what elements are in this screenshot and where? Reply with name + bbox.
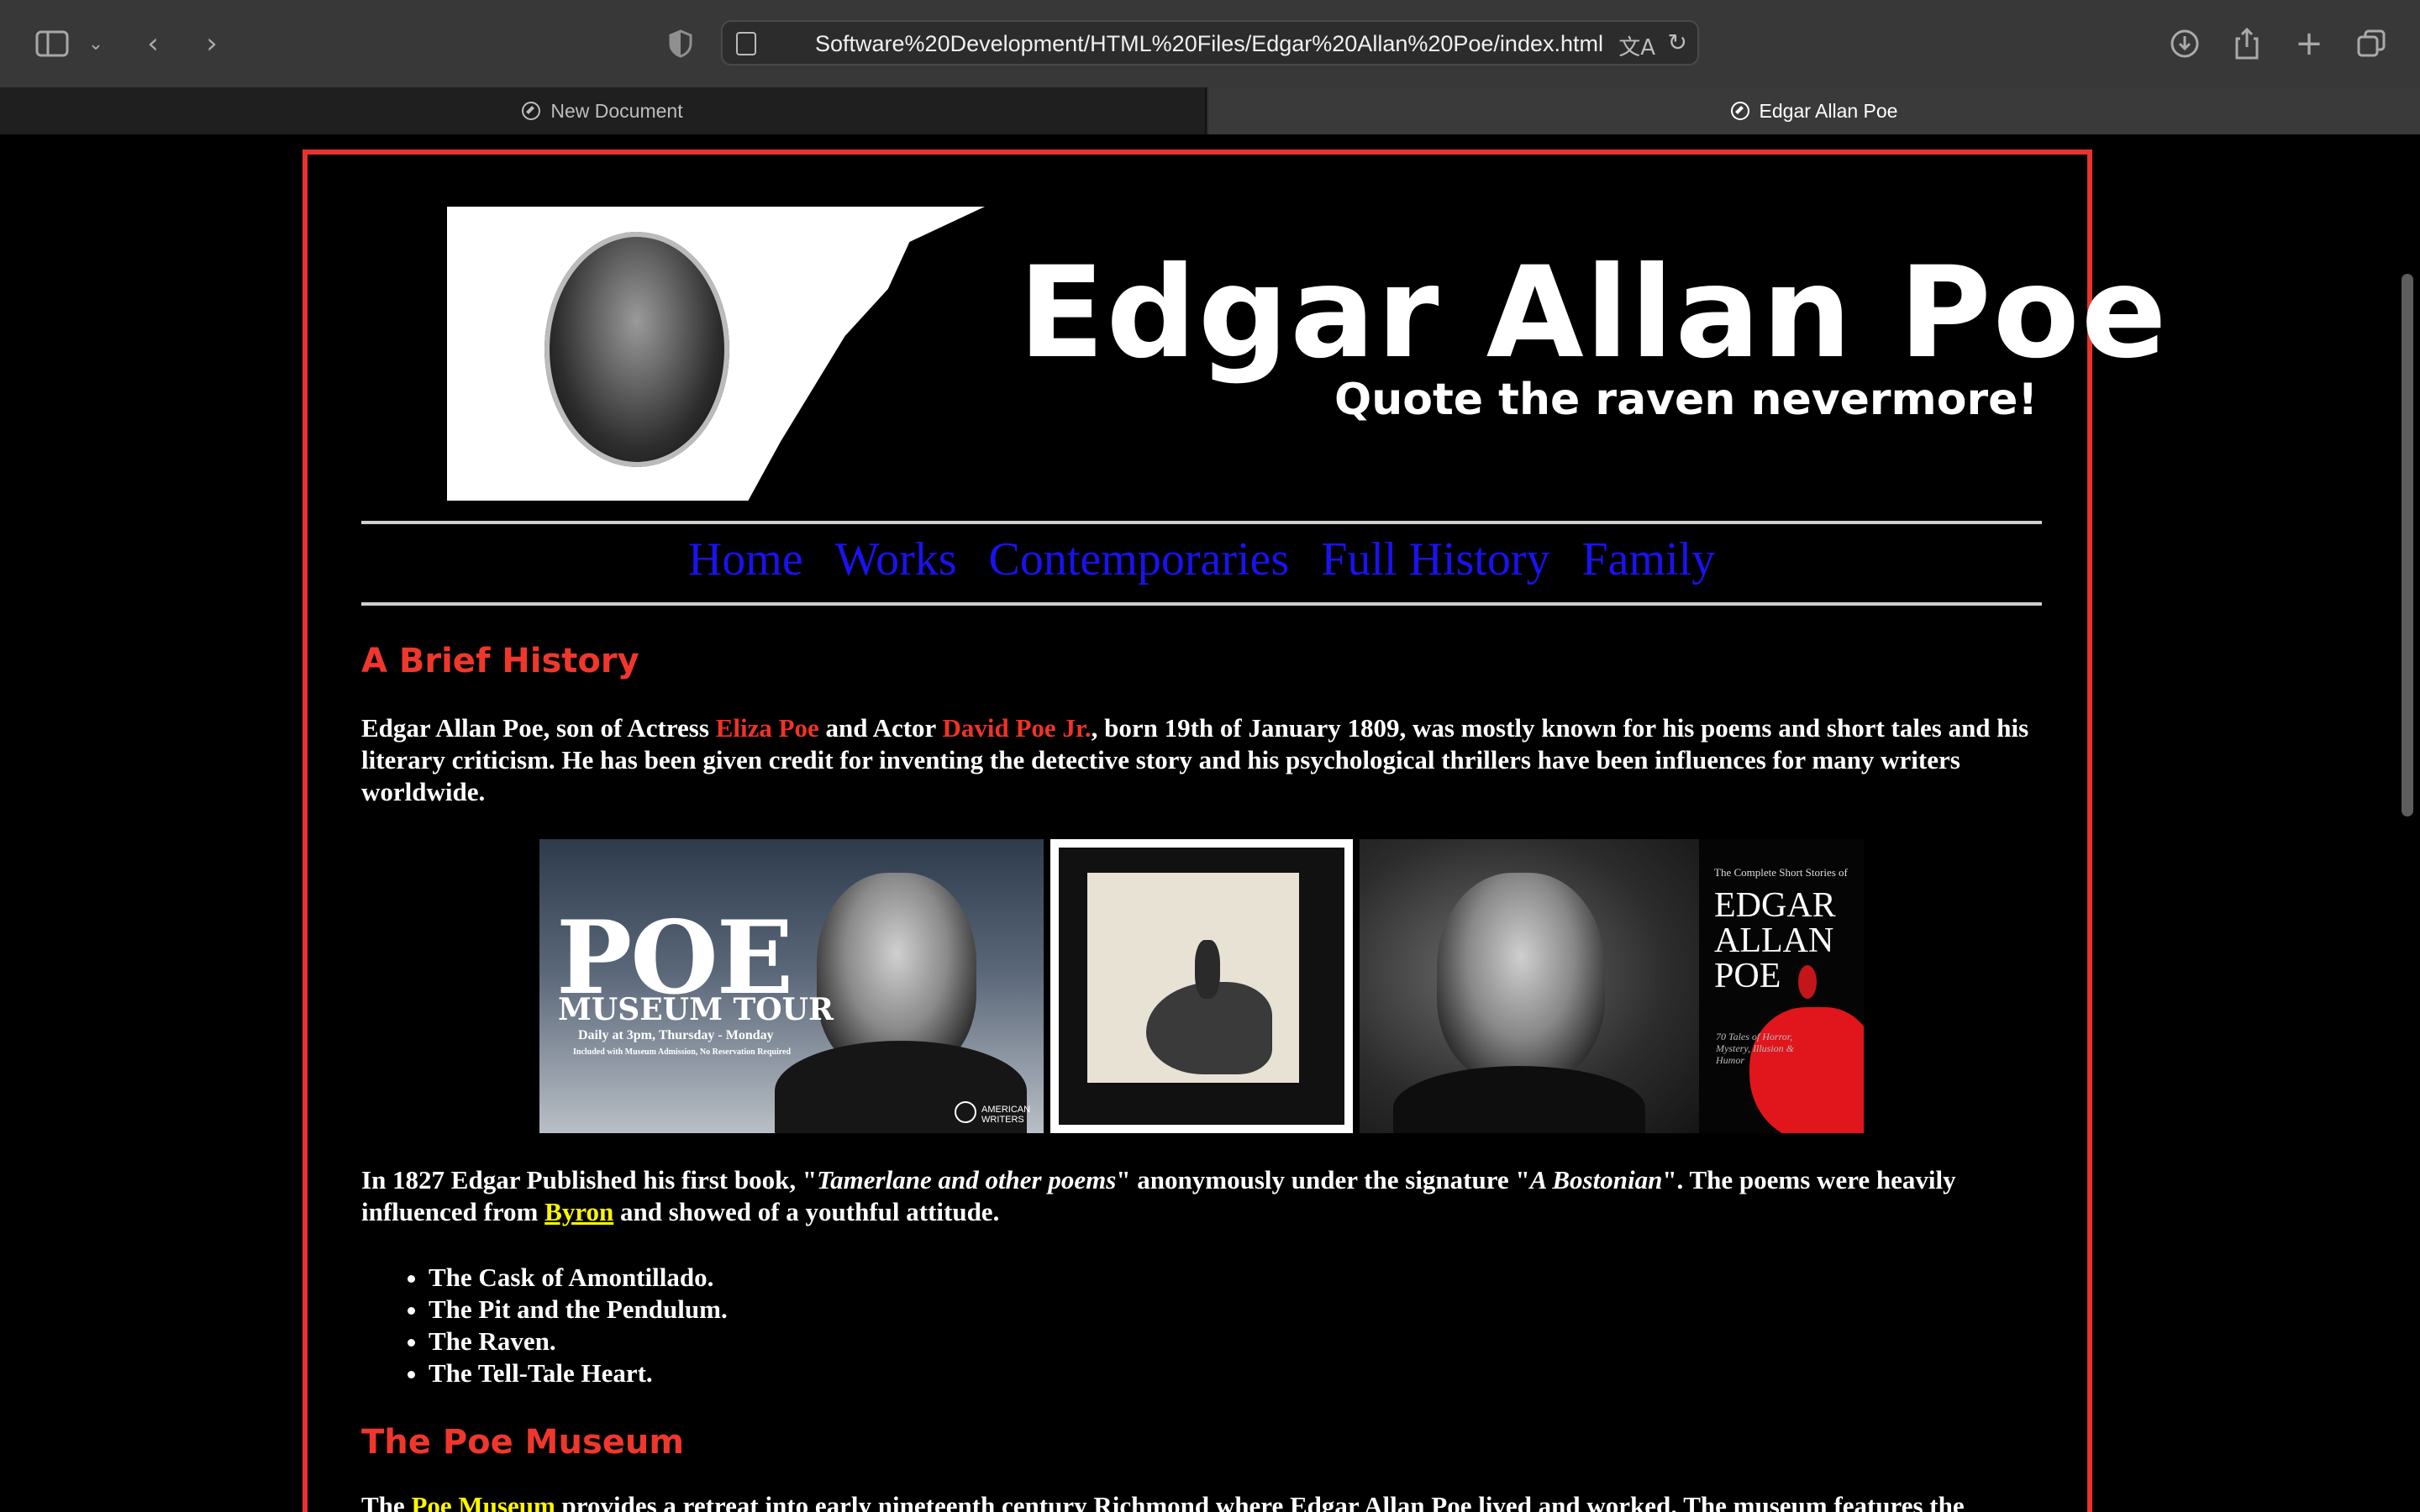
byron-link[interactable]: Byron (544, 1197, 613, 1226)
share-icon[interactable] (2228, 25, 2265, 62)
forward-icon[interactable]: › (193, 25, 230, 62)
new-tab-icon[interactable]: + (2291, 24, 2328, 63)
sidebar-toggle-icon[interactable] (34, 25, 71, 62)
poe-museum-link[interactable]: Poe Museum (411, 1491, 555, 1512)
banner-title: Edgar Allan Poe (1018, 240, 2169, 386)
list-item: The Raven. (429, 1326, 728, 1357)
poe-face (1437, 873, 1605, 1083)
list-item: The Pit and the Pendulum. (429, 1294, 728, 1326)
american-writers-text: AMERICAN WRITERS (981, 1105, 1031, 1125)
text-run: " anonymously under the signature " (1116, 1165, 1530, 1194)
url-text[interactable]: Software%20Development/HTML%20Files/Edga… (815, 31, 1603, 57)
page-frame: Edgar Allan Poe Quote the raven nevermor… (302, 150, 2167, 1512)
book-title: Tamerlane and other poems (817, 1165, 1117, 1194)
nav-family[interactable]: Family (1581, 533, 1715, 585)
american-writers-logo-icon (955, 1101, 976, 1123)
nav-works[interactable]: Works (835, 533, 957, 585)
text-run: and Actor (818, 713, 943, 743)
browser-toolbar: ⌄ ‹ › Software%20Development/HTML%20File… (0, 0, 2420, 87)
tab-label: New Document (550, 99, 683, 122)
compass-icon (522, 102, 541, 120)
book-small-title: The Complete Short Stories of (1714, 866, 1848, 879)
chevron-down-icon[interactable]: ⌄ (77, 25, 114, 62)
museum-paragraph: The Poe Museum provides a retreat into e… (361, 1490, 2042, 1512)
page-viewport: Edgar Allan Poe Quote the raven nevermor… (0, 134, 2420, 1512)
privacy-shield-icon[interactable] (662, 25, 699, 62)
tour-museum-tour-text: MUSEUM TOUR (558, 992, 834, 1027)
tab-new-document[interactable]: New Document (0, 87, 1207, 134)
mother-name: Eliza Poe (715, 713, 819, 743)
tab-label: Edgar Allan Poe (1759, 99, 1898, 122)
main-nav: Home Works Contemporaries Full History F… (361, 533, 2042, 586)
poe-portrait-image (1360, 839, 1699, 1133)
text-run: Edgar Allan Poe, son of Actress (361, 713, 716, 743)
blood-splash-shape (1749, 1007, 1864, 1133)
museum-tour-image: POE MUSEUM TOUR Daily at 3pm, Thursday -… (539, 839, 1044, 1133)
book-cover-image: The Complete Short Stories of EDGAR ALLA… (1699, 839, 1864, 1133)
tab-overview-icon[interactable] (2353, 25, 2390, 62)
back-icon[interactable]: ‹ (134, 25, 171, 62)
text-run: In 1827 Edgar Published his first book, … (361, 1165, 818, 1194)
banner-subtitle: Quote the raven nevermore! (1334, 375, 2039, 425)
works-list: The Cask of Amontillado. The Pit and the… (361, 1262, 728, 1389)
page-icon (736, 32, 756, 55)
reload-icon[interactable]: ↻ (1668, 29, 1687, 56)
first-book-paragraph: In 1827 Edgar Published his first book, … (361, 1164, 2042, 1228)
list-item: The Cask of Amontillado. (429, 1262, 728, 1294)
header-banner: Edgar Allan Poe Quote the raven nevermor… (447, 207, 2167, 501)
brief-history-heading: A Brief History (361, 642, 639, 680)
tab-edgar-allan-poe[interactable]: Edgar Allan Poe (1208, 87, 2420, 134)
nav-full-history[interactable]: Full History (1321, 533, 1549, 585)
downloads-icon[interactable] (2166, 25, 2203, 62)
tour-times-text: Daily at 3pm, Thursday - Monday (578, 1028, 774, 1042)
vertical-scrollbar[interactable] (2402, 274, 2413, 816)
signature: A Bostonian (1529, 1165, 1663, 1194)
text-run: and showed of a youthful attitude. (613, 1197, 1000, 1226)
seated-figure-shape (1195, 940, 1220, 999)
father-name: David Poe Jr. (942, 713, 1092, 743)
portrait-image (544, 232, 729, 467)
address-bar[interactable]: Software%20Development/HTML%20Files/Edga… (721, 20, 1699, 66)
tour-included-text: Included with Museum Admission, No Reser… (573, 1047, 792, 1057)
translate-icon[interactable]: 文A (1618, 30, 1655, 61)
nav-contemporaries[interactable]: Contemporaries (989, 533, 1290, 585)
intro-paragraph: Edgar Allan Poe, son of Actress Eliza Po… (361, 712, 2042, 808)
text-run: The (361, 1491, 412, 1512)
tab-bar: New Document Edgar Allan Poe (0, 87, 2420, 134)
compass-icon (1730, 102, 1749, 120)
poe-museum-heading: The Poe Museum (361, 1423, 685, 1462)
nav-divider-bottom (361, 602, 2042, 606)
nav-home[interactable]: Home (688, 533, 803, 585)
raven-illustration (1087, 873, 1299, 1083)
book-big-title: EDGAR ALLAN POE (1714, 886, 1836, 995)
list-item: The Tell-Tale Heart. (429, 1357, 728, 1389)
nav-divider-top (361, 521, 2042, 524)
text-run: provides a retreat into early nineteenth… (555, 1491, 1965, 1512)
poe-coat (1393, 1066, 1645, 1133)
framed-raven-image (1050, 839, 1353, 1133)
book-tagline: 70 Tales of Horror, Mystery, Illusion & … (1716, 1031, 1794, 1066)
